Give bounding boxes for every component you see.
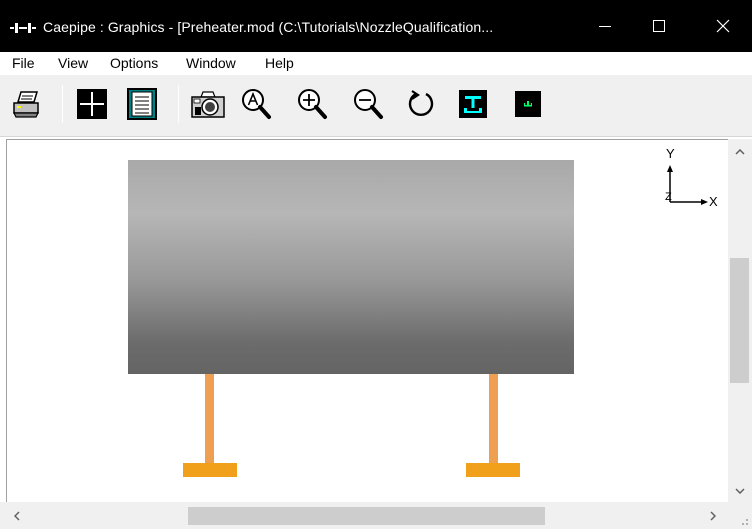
zoom-all-button[interactable] [238, 85, 274, 123]
chevron-left-icon [14, 511, 20, 521]
chevron-down-icon [735, 488, 745, 494]
menu-help[interactable]: Help [265, 55, 294, 71]
support-symbol-small-icon [515, 91, 541, 117]
chevron-up-icon [735, 149, 745, 155]
close-button[interactable] [700, 0, 746, 52]
print-button[interactable] [9, 85, 45, 123]
axis-label-y: Y [666, 146, 675, 161]
app-icon [10, 23, 36, 33]
camera-icon [191, 91, 225, 118]
window-title: Caepipe : Graphics - [Preheater.mod (C:\… [43, 19, 494, 35]
axis-label-z: Z [665, 191, 672, 203]
chevron-right-icon [710, 511, 716, 521]
horizontal-scrollbar[interactable] [0, 502, 728, 529]
document-list-icon [127, 88, 157, 120]
rotate-icon [408, 90, 434, 116]
scroll-right-button[interactable] [704, 507, 722, 525]
toolbar-separator [178, 85, 179, 123]
support-symbol-icon [459, 90, 487, 118]
scroll-down-button[interactable] [728, 482, 752, 500]
supports-small-button[interactable] [510, 85, 546, 123]
support-base-left [183, 463, 237, 477]
support-leg-right [489, 374, 498, 464]
support-leg-left [205, 374, 214, 464]
axis-lines [667, 165, 708, 205]
menu-window[interactable]: Window [186, 55, 236, 71]
menu-view[interactable]: View [58, 55, 88, 71]
resize-grip[interactable] [728, 502, 752, 529]
title-bar[interactable]: Caepipe : Graphics - [Preheater.mod (C:\… [0, 0, 752, 52]
crosshair-grid-icon [77, 89, 107, 119]
horizontal-scroll-thumb[interactable] [188, 507, 545, 525]
scroll-up-button[interactable] [728, 143, 752, 161]
vertical-scrollbar[interactable] [728, 139, 752, 502]
axis-label-x: X [709, 194, 718, 209]
toolbar [0, 75, 752, 137]
menu-bar: File View Options Window Help [0, 52, 752, 75]
list-button[interactable] [124, 85, 160, 123]
zoom-in-icon [298, 89, 327, 119]
grid-button[interactable] [74, 85, 110, 123]
minimize-button[interactable] [582, 0, 628, 52]
axis-triad: Y Z X [647, 146, 718, 209]
zoom-all-icon [242, 89, 271, 119]
close-icon [716, 19, 730, 33]
menu-file[interactable]: File [12, 55, 35, 71]
support-base-right [466, 463, 520, 477]
maximize-button[interactable] [636, 0, 682, 52]
resize-grip-icon [742, 519, 748, 525]
vertical-scroll-thumb[interactable] [730, 258, 749, 383]
scroll-left-button[interactable] [8, 507, 26, 525]
printer-icon [13, 91, 39, 118]
maximize-icon [653, 20, 665, 32]
toolbar-separator [62, 85, 63, 123]
zoom-out-button[interactable] [350, 85, 386, 123]
minimize-icon [599, 26, 611, 27]
zoom-out-icon [354, 89, 383, 119]
preheater-vessel [128, 160, 574, 374]
snapshot-button[interactable] [190, 85, 226, 123]
supports-large-button[interactable] [455, 85, 491, 123]
rotate-button[interactable] [403, 85, 439, 123]
menu-options[interactable]: Options [110, 55, 158, 71]
graphics-canvas[interactable]: Y Z X [6, 139, 728, 502]
zoom-in-button[interactable] [294, 85, 330, 123]
